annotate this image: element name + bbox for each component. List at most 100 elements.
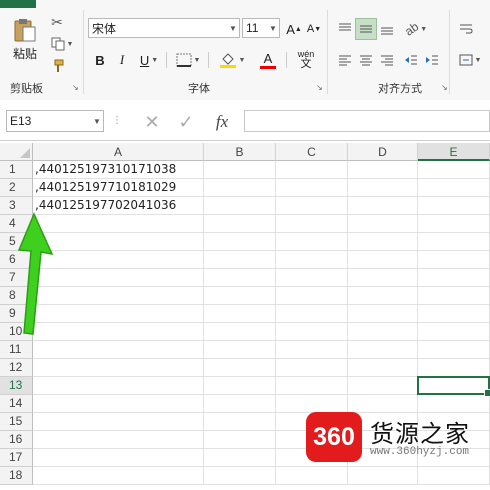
cell-b8[interactable] (204, 287, 276, 305)
fill-handle[interactable] (484, 389, 490, 397)
row-header-18[interactable]: 18 (0, 467, 33, 485)
cell-e3[interactable] (418, 197, 490, 215)
cell-a3[interactable]: ,440125197702041036 (33, 197, 204, 215)
cell-a1[interactable]: ,440125197310171038 (33, 161, 204, 179)
cell-b14[interactable] (204, 395, 276, 413)
cell-a18[interactable] (33, 467, 204, 485)
fill-color-button[interactable]: ▼ (214, 48, 250, 72)
cell-c10[interactable] (276, 323, 348, 341)
cell-b12[interactable] (204, 359, 276, 377)
underline-button[interactable]: U ▼ (134, 50, 164, 70)
cell-c6[interactable] (276, 251, 348, 269)
font-launcher-icon[interactable]: ↘ (316, 84, 324, 92)
cell-a16[interactable] (33, 431, 204, 449)
font-color-button[interactable]: A (250, 48, 286, 72)
cell-a4[interactable] (33, 215, 204, 233)
cell-a12[interactable] (33, 359, 204, 377)
cell-a17[interactable] (33, 449, 204, 467)
column-header-a[interactable]: A (33, 143, 204, 161)
clipboard-launcher-icon[interactable]: ↘ (72, 84, 80, 92)
cell-b2[interactable] (204, 179, 276, 197)
align-left-button[interactable] (334, 50, 356, 70)
row-header-13[interactable]: 13 (0, 377, 33, 395)
select-all-corner[interactable] (0, 143, 33, 161)
column-header-b[interactable]: B (204, 143, 276, 161)
bold-button[interactable]: B (90, 50, 110, 70)
cell-d5[interactable] (348, 233, 418, 251)
cell-b5[interactable] (204, 233, 276, 251)
cell-b18[interactable] (204, 467, 276, 485)
cell-d2[interactable] (348, 179, 418, 197)
top-align-button[interactable] (334, 18, 356, 40)
phonetic-guide-button[interactable]: wén 文 (290, 46, 322, 72)
insert-function-button[interactable]: fx (206, 110, 238, 134)
cell-a15[interactable] (33, 413, 204, 431)
row-header-14[interactable]: 14 (0, 395, 33, 413)
cell-a5[interactable] (33, 233, 204, 251)
italic-button[interactable]: I (112, 50, 132, 70)
cell-c9[interactable] (276, 305, 348, 323)
row-header-11[interactable]: 11 (0, 341, 33, 359)
cell-c1[interactable] (276, 161, 348, 179)
cell-a13[interactable] (33, 377, 204, 395)
borders-button[interactable]: ▼ (170, 50, 206, 70)
cell-c13[interactable] (276, 377, 348, 395)
cell-b4[interactable] (204, 215, 276, 233)
cell-a14[interactable] (33, 395, 204, 413)
cancel-button[interactable]: ✕ (138, 110, 166, 134)
cell-e4[interactable] (418, 215, 490, 233)
cell-c4[interactable] (276, 215, 348, 233)
cell-d3[interactable] (348, 197, 418, 215)
cell-c12[interactable] (276, 359, 348, 377)
middle-align-button[interactable] (355, 18, 377, 40)
cell-b11[interactable] (204, 341, 276, 359)
cell-d1[interactable] (348, 161, 418, 179)
row-header-15[interactable]: 15 (0, 413, 33, 431)
active-cell-border[interactable] (417, 376, 490, 397)
decrease-indent-button[interactable] (400, 50, 422, 70)
cell-e7[interactable] (418, 269, 490, 287)
orientation-button[interactable]: ab ▼ (400, 18, 432, 40)
cell-e18[interactable] (418, 467, 490, 485)
cell-c18[interactable] (276, 467, 348, 485)
cell-c11[interactable] (276, 341, 348, 359)
row-header-2[interactable]: 2 (0, 179, 33, 197)
cell-c8[interactable] (276, 287, 348, 305)
cell-d6[interactable] (348, 251, 418, 269)
font-size-select[interactable]: 11 ▼ (242, 18, 280, 38)
cell-e5[interactable] (418, 233, 490, 251)
cell-b1[interactable] (204, 161, 276, 179)
cell-a9[interactable] (33, 305, 204, 323)
cell-e8[interactable] (418, 287, 490, 305)
cell-d10[interactable] (348, 323, 418, 341)
cell-e9[interactable] (418, 305, 490, 323)
column-header-e[interactable]: E (418, 143, 490, 161)
row-header-12[interactable]: 12 (0, 359, 33, 377)
alignment-launcher-icon[interactable]: ↘ (441, 84, 449, 92)
row-header-16[interactable]: 16 (0, 431, 33, 449)
wrap-text-button[interactable] (454, 18, 478, 40)
cell-b7[interactable] (204, 269, 276, 287)
font-name-select[interactable]: 宋体 ▼ (88, 18, 240, 38)
cell-b15[interactable] (204, 413, 276, 431)
cell-e1[interactable] (418, 161, 490, 179)
cut-button[interactable]: ✂ (46, 12, 68, 32)
enter-button[interactable]: ✓ (172, 110, 200, 134)
cell-b13[interactable] (204, 377, 276, 395)
cell-d13[interactable] (348, 377, 418, 395)
cell-a11[interactable] (33, 341, 204, 359)
cell-b3[interactable] (204, 197, 276, 215)
cell-b6[interactable] (204, 251, 276, 269)
cell-a2[interactable]: ,440125197710181029 (33, 179, 204, 197)
cell-b17[interactable] (204, 449, 276, 467)
cell-c7[interactable] (276, 269, 348, 287)
column-header-d[interactable]: D (348, 143, 418, 161)
resize-handle-icon[interactable]: ⋮ (112, 114, 122, 128)
cell-c2[interactable] (276, 179, 348, 197)
align-right-button[interactable] (376, 50, 398, 70)
shrink-font-button[interactable]: A ▼ (305, 18, 323, 40)
cell-b9[interactable] (204, 305, 276, 323)
cell-d7[interactable] (348, 269, 418, 287)
cell-d11[interactable] (348, 341, 418, 359)
cell-d9[interactable] (348, 305, 418, 323)
